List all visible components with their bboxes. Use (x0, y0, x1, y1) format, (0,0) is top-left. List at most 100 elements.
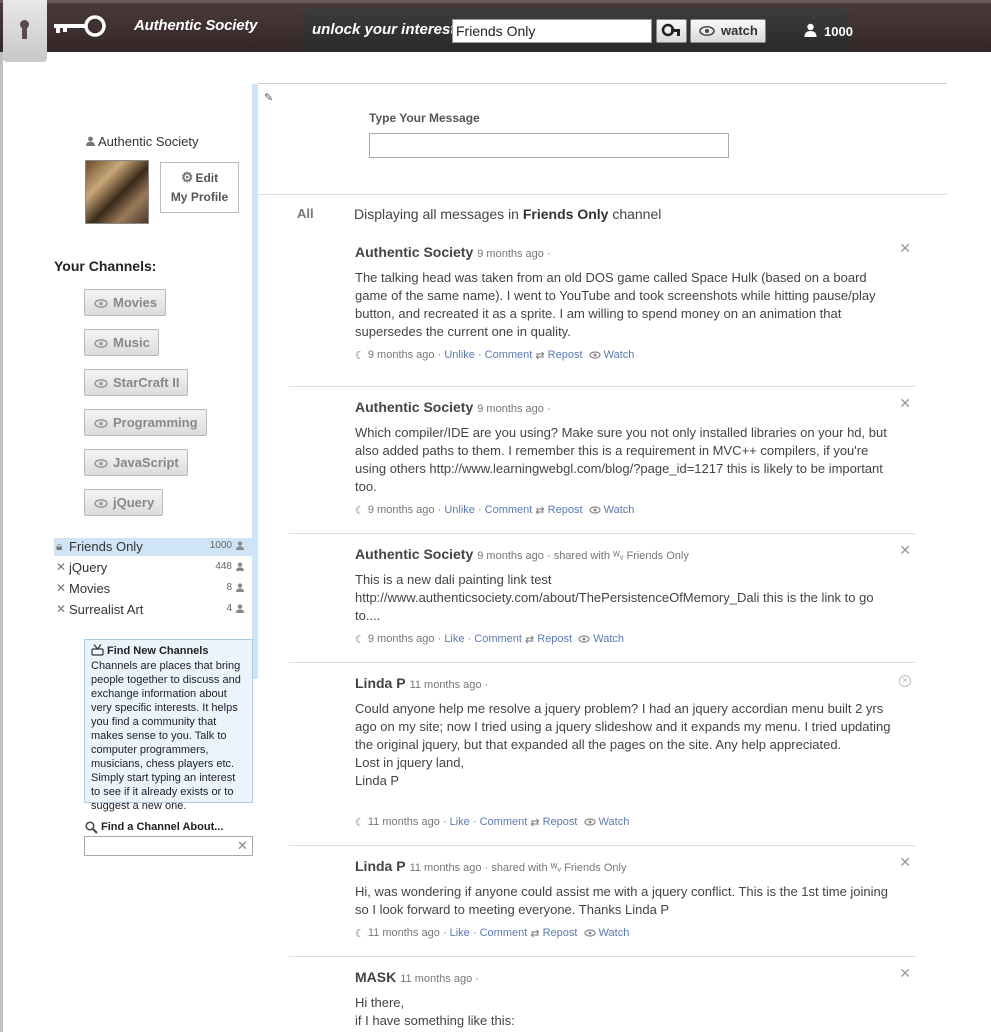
message-body: Hi, was wondering if anyone could assist… (355, 884, 889, 917)
message-input[interactable] (369, 133, 729, 158)
close-circle-icon[interactable]: ✕ (899, 675, 911, 687)
feed-header: Displaying all messages in Friends Only … (354, 206, 661, 222)
message-header: Authentic Society 9 months ago · shared w… (355, 546, 689, 562)
filter-all-tab[interactable]: All (297, 206, 314, 221)
close-icon[interactable]: ✕ (899, 965, 911, 982)
channel-button-music[interactable]: Music (84, 329, 159, 356)
find-channels-title: Find New Channels (91, 644, 246, 658)
like-link[interactable]: Unlike (444, 504, 475, 516)
message-author[interactable]: Linda P (355, 675, 406, 691)
channel-button-programming[interactable]: Programming (84, 409, 207, 436)
watch-link[interactable]: Watch (599, 816, 630, 828)
subscription-item[interactable]: 🔒︎ Friends Only 1000 (54, 538, 252, 556)
channel-search-input[interactable] (452, 19, 652, 43)
keyhole-tab[interactable] (3, 0, 47, 62)
repost-link[interactable]: Repost (543, 927, 578, 939)
message-actions: ☾ 11 months ago · Like · Comment ⇄ Repost … (355, 816, 630, 829)
message-author[interactable]: MASK (355, 969, 396, 985)
watch-button-label: watch (721, 23, 758, 38)
subscription-item[interactable]: ✕ Surrealist Art 4 (54, 601, 252, 619)
watch-button[interactable]: watch (690, 19, 766, 43)
message-author[interactable]: Authentic Society (355, 399, 473, 415)
clear-icon[interactable]: ✕ (237, 838, 248, 854)
message-time[interactable]: 9 months ago (477, 403, 544, 415)
channel-button-label: Programming (113, 415, 198, 430)
message-time[interactable]: 9 months ago (477, 248, 544, 260)
watch-link[interactable]: Watch (604, 504, 635, 516)
repost-link[interactable]: Repost (537, 633, 572, 645)
repost-link[interactable]: Repost (543, 816, 578, 828)
comment-link[interactable]: Comment (480, 927, 528, 939)
message-actions: ☾ 11 months ago · Like · Comment ⇄ Repost … (355, 927, 630, 940)
watch-link[interactable]: Watch (599, 927, 630, 939)
channel-button-movies[interactable]: Movies (84, 289, 167, 316)
message-body: Hi there, if I have something like this: (355, 995, 515, 1028)
brand-logo-text[interactable]: Authentic Society (134, 17, 257, 34)
channel-button-javascript[interactable]: JavaScript (84, 449, 188, 476)
eye-icon (589, 506, 601, 514)
message-author[interactable]: Authentic Society (355, 546, 473, 562)
message-author[interactable]: Linda P (355, 858, 406, 874)
close-icon[interactable]: ✕ (899, 542, 911, 559)
message-author[interactable]: Authentic Society (355, 244, 473, 260)
repost-icon: ⇄ (530, 817, 540, 829)
message-header: Authentic Society 9 months ago · (355, 244, 551, 260)
message-item: Authentic Society 9 months ago · ✕ The ta… (289, 240, 915, 387)
comment-link[interactable]: Comment (485, 349, 533, 361)
find-channel-input[interactable] (84, 836, 253, 856)
message-actions: ☾ 9 months ago · Unlike · Comment ⇄ Repost… (355, 349, 635, 362)
eye-icon (578, 635, 590, 643)
subscription-name: Movies (69, 581, 111, 596)
message-time[interactable]: 11 months ago (410, 862, 482, 874)
compose-label: Type Your Message (369, 111, 480, 125)
find-about-label: Find a Channel About... (85, 821, 223, 834)
person-icon (236, 562, 244, 571)
person-icon (86, 136, 95, 146)
message-time[interactable]: 9 months ago (477, 550, 544, 562)
subscription-count: 448 (215, 561, 232, 572)
like-link[interactable]: Unlike (444, 349, 475, 361)
repost-link[interactable]: Repost (548, 504, 583, 516)
channel-button-starcraft[interactable]: StarCraft II (84, 369, 189, 396)
watch-link[interactable]: Watch (593, 633, 624, 645)
comment-link[interactable]: Comment (480, 816, 528, 828)
remove-icon[interactable]: ✕ (56, 602, 66, 616)
subscription-item[interactable]: ✕ jQuery 448 (54, 559, 252, 577)
message-body: Which compiler/IDE are you using? Make s… (355, 425, 887, 494)
channel-button-jquery[interactable]: jQuery (84, 489, 164, 516)
profile-name[interactable]: Authentic Society (98, 134, 198, 149)
shared-channel[interactable]: Friends Only (564, 862, 626, 874)
close-icon[interactable]: ✕ (899, 854, 911, 871)
remove-icon[interactable]: ✕ (56, 581, 66, 595)
search-button[interactable] (656, 19, 687, 43)
message-item: Linda P 11 months ago · ✕ Could anyone he… (289, 675, 915, 846)
eye-icon (589, 351, 601, 359)
person-icon (804, 23, 817, 37)
person-icon (236, 604, 244, 613)
eye-icon (583, 929, 596, 937)
like-link[interactable]: Like (450, 816, 470, 828)
eye-icon (94, 499, 108, 508)
eye-icon (583, 818, 596, 826)
message-body: The talking head was taken from an old D… (355, 270, 876, 339)
message-time[interactable]: 11 months ago (410, 679, 482, 691)
edit-profile-button[interactable]: ⚙ Edit My Profile (160, 162, 239, 213)
watch-link[interactable]: Watch (604, 349, 635, 361)
comment-link[interactable]: Comment (485, 504, 533, 516)
subscription-item[interactable]: ✕ Movies 8 (54, 580, 252, 598)
channel-button-label: JavaScript (113, 455, 179, 470)
avatar[interactable] (85, 160, 149, 224)
comment-link[interactable]: Comment (474, 633, 522, 645)
close-icon[interactable]: ✕ (899, 240, 911, 257)
antenna-icon (91, 644, 104, 656)
remove-icon[interactable]: ✕ (56, 560, 66, 574)
eye-icon (94, 339, 108, 348)
close-icon[interactable]: ✕ (899, 395, 911, 412)
like-link[interactable]: Like (444, 633, 464, 645)
repost-link[interactable]: Repost (548, 349, 583, 361)
feed-header-channel[interactable]: Friends Only (523, 206, 609, 222)
message-time[interactable]: 11 months ago (400, 973, 472, 985)
like-link[interactable]: Like (450, 927, 470, 939)
shared-channel[interactable]: Friends Only (626, 550, 688, 562)
meta-separator: · (546, 248, 551, 260)
